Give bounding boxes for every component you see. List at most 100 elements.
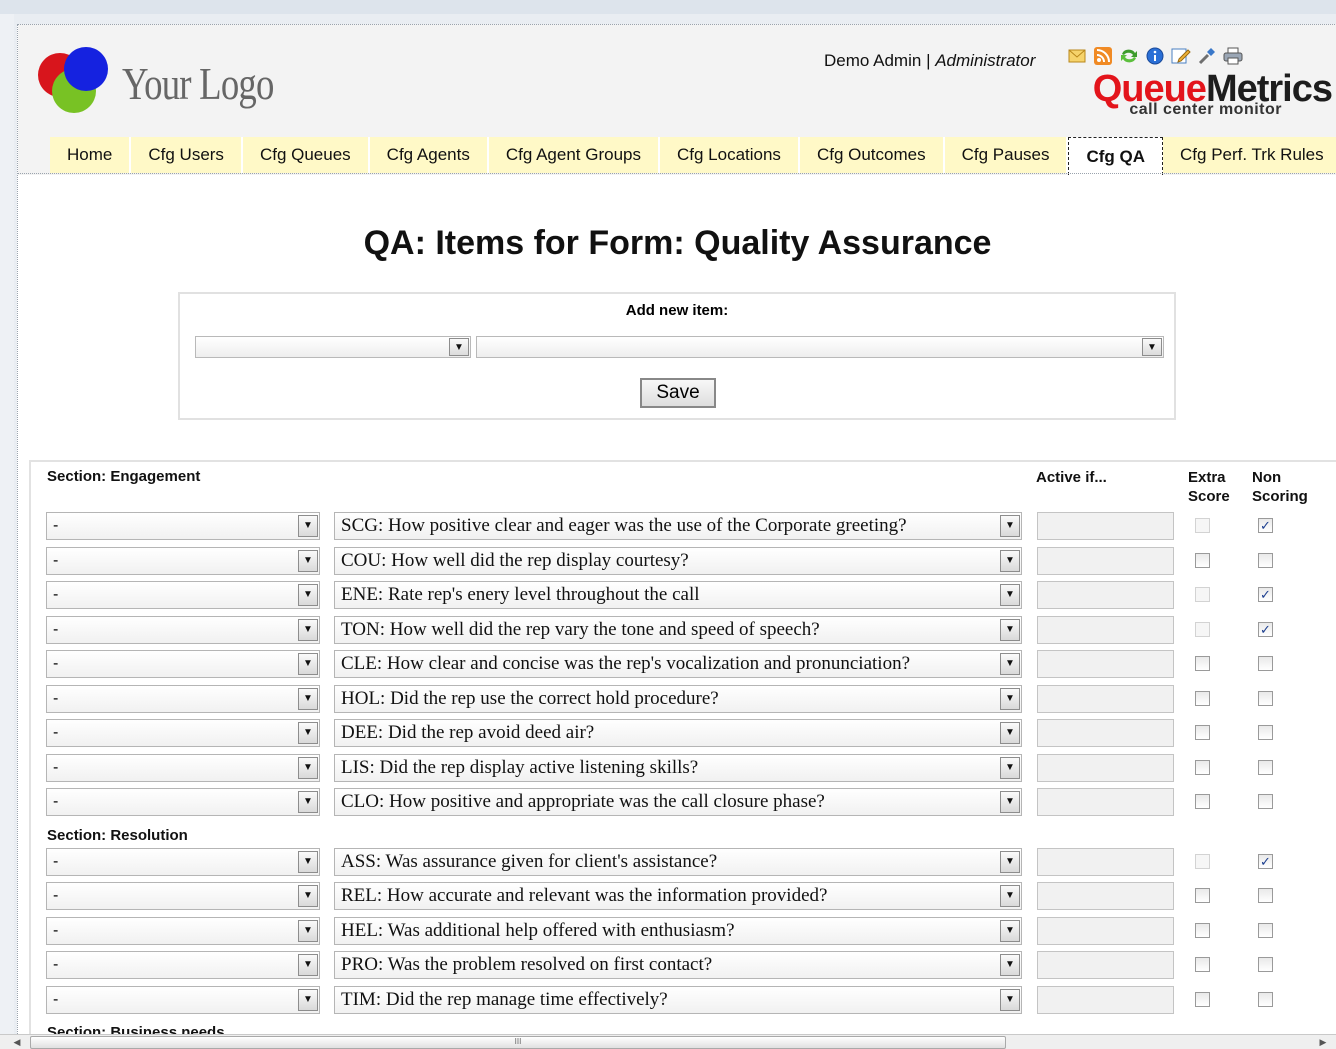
item-question-select[interactable]: CLE: How clear and concise was the rep's…: [334, 650, 1022, 678]
tab-cfg-qa[interactable]: Cfg QA: [1068, 137, 1164, 175]
item-active-if-field[interactable]: [1037, 848, 1174, 876]
item-question-select[interactable]: TON: How well did the rep vary the tone …: [334, 616, 1022, 644]
refresh-icon[interactable]: [1118, 45, 1140, 67]
non-scoring-checkbox[interactable]: [1258, 957, 1273, 972]
item-active-if-field[interactable]: [1037, 719, 1174, 747]
extra-score-checkbox[interactable]: [1195, 691, 1210, 706]
item-active-if-field[interactable]: [1037, 882, 1174, 910]
extra-score-checkbox[interactable]: [1195, 725, 1210, 740]
item-active-if-field[interactable]: [1037, 512, 1174, 540]
item-category-select[interactable]: - ▼: [46, 616, 320, 644]
scroll-left-icon[interactable]: ◀: [10, 1035, 24, 1049]
extra-score-checkbox[interactable]: [1195, 553, 1210, 568]
item-question-select[interactable]: SCG: How positive clear and eager was th…: [334, 512, 1022, 540]
tab-cfg-outcomes[interactable]: Cfg Outcomes: [799, 137, 945, 173]
mail-icon[interactable]: [1066, 45, 1088, 67]
item-question-select[interactable]: LIS: Did the rep display active listenin…: [334, 754, 1022, 782]
item-active-if-field[interactable]: [1037, 788, 1174, 816]
user-name: Demo Admin: [824, 51, 922, 70]
item-active-if-field[interactable]: [1037, 951, 1174, 979]
item-question-select[interactable]: ASS: Was assurance given for client's as…: [334, 848, 1022, 876]
item-active-if-field[interactable]: [1037, 754, 1174, 782]
tab-cfg-agent-groups[interactable]: Cfg Agent Groups: [488, 137, 660, 173]
tab-cfg-pauses[interactable]: Cfg Pauses: [944, 137, 1069, 173]
item-active-if-field[interactable]: [1037, 917, 1174, 945]
section-title: Section: Resolution: [47, 826, 188, 844]
item-question-select[interactable]: TIM: Did the rep manage time effectively…: [334, 986, 1022, 1014]
section-title: Section: Business needs: [47, 1024, 225, 1034]
item-category-select[interactable]: - ▼: [46, 650, 320, 678]
non-scoring-checkbox[interactable]: [1258, 656, 1273, 671]
item-category-select[interactable]: - ▼: [46, 685, 320, 713]
non-scoring-checkbox[interactable]: [1258, 923, 1273, 938]
extra-score-checkbox[interactable]: [1195, 760, 1210, 775]
item-question-select[interactable]: REL: How accurate and relevant was the i…: [334, 882, 1022, 910]
item-category-select[interactable]: - ▼: [46, 882, 320, 910]
tab-cfg-queues[interactable]: Cfg Queues: [242, 137, 370, 173]
item-question-select[interactable]: HEL: Was additional help offered with en…: [334, 917, 1022, 945]
extra-score-checkbox[interactable]: [1195, 957, 1210, 972]
extra-score-checkbox[interactable]: [1195, 656, 1210, 671]
non-scoring-checkbox[interactable]: ✓: [1258, 622, 1273, 637]
non-scoring-checkbox[interactable]: [1258, 760, 1273, 775]
qa-item-row: - ▼ COU: How well did the rep display cour…: [31, 547, 1331, 577]
print-icon[interactable]: [1222, 45, 1244, 67]
add-item-question-select[interactable]: ▼: [476, 336, 1164, 358]
item-question-text: HOL: Did the rep use the correct hold pr…: [341, 688, 719, 709]
item-category-select[interactable]: - ▼: [46, 547, 320, 575]
tab-cfg-perf-trk-rules[interactable]: Cfg Perf. Trk Rules: [1163, 137, 1336, 173]
info-icon[interactable]: [1144, 45, 1166, 67]
item-question-select[interactable]: COU: How well did the rep display courte…: [334, 547, 1022, 575]
non-scoring-checkbox[interactable]: [1258, 888, 1273, 903]
add-item-category-select[interactable]: ▼: [195, 336, 471, 358]
non-scoring-checkbox[interactable]: [1258, 553, 1273, 568]
save-button[interactable]: Save: [640, 378, 716, 408]
non-scoring-checkbox[interactable]: [1258, 794, 1273, 809]
scrollbar-thumb[interactable]: III: [30, 1036, 1006, 1049]
tab-cfg-agents[interactable]: Cfg Agents: [369, 137, 489, 173]
extra-score-checkbox[interactable]: [1195, 923, 1210, 938]
item-question-select[interactable]: CLO: How positive and appropriate was th…: [334, 788, 1022, 816]
non-scoring-checkbox[interactable]: ✓: [1258, 854, 1273, 869]
item-active-if-field[interactable]: [1037, 650, 1174, 678]
item-active-if-field[interactable]: [1037, 685, 1174, 713]
item-category-select[interactable]: - ▼: [46, 788, 320, 816]
extra-score-checkbox[interactable]: [1195, 992, 1210, 1007]
item-active-if-field[interactable]: [1037, 547, 1174, 575]
item-category-select[interactable]: - ▼: [46, 754, 320, 782]
add-item-label: Add new item:: [625, 302, 729, 319]
item-category-select[interactable]: - ▼: [46, 581, 320, 609]
non-scoring-checkbox[interactable]: [1258, 992, 1273, 1007]
item-category-select[interactable]: - ▼: [46, 719, 320, 747]
chevron-down-icon: ▼: [298, 515, 318, 537]
item-category-select[interactable]: - ▼: [46, 986, 320, 1014]
extra-score-checkbox[interactable]: [1195, 794, 1210, 809]
edit-note-icon[interactable]: [1170, 45, 1192, 67]
item-question-select[interactable]: DEE: Did the rep avoid deed air? ▼: [334, 719, 1022, 747]
tab-cfg-users[interactable]: Cfg Users: [131, 137, 243, 173]
item-question-text: COU: How well did the rep display courte…: [341, 550, 689, 571]
rss-icon[interactable]: [1092, 45, 1114, 67]
chevron-down-icon: ▼: [1000, 989, 1020, 1011]
item-active-if-field[interactable]: [1037, 986, 1174, 1014]
tab-home[interactable]: Home: [50, 137, 132, 173]
item-category-select[interactable]: - ▼: [46, 848, 320, 876]
item-active-if-field[interactable]: [1037, 581, 1174, 609]
horizontal-scrollbar[interactable]: ◀ III ▶: [0, 1034, 1336, 1049]
item-category-select[interactable]: - ▼: [46, 917, 320, 945]
non-scoring-checkbox[interactable]: [1258, 725, 1273, 740]
item-active-if-field[interactable]: [1037, 616, 1174, 644]
item-category-select[interactable]: - ▼: [46, 512, 320, 540]
non-scoring-checkbox[interactable]: ✓: [1258, 587, 1273, 602]
non-scoring-checkbox[interactable]: [1258, 691, 1273, 706]
extra-score-checkbox[interactable]: [1195, 888, 1210, 903]
chevron-down-icon: ▼: [298, 989, 318, 1011]
item-question-select[interactable]: PRO: Was the problem resolved on first c…: [334, 951, 1022, 979]
item-question-select[interactable]: HOL: Did the rep use the correct hold pr…: [334, 685, 1022, 713]
item-category-select[interactable]: - ▼: [46, 951, 320, 979]
tools-icon[interactable]: [1196, 45, 1218, 67]
non-scoring-checkbox[interactable]: ✓: [1258, 518, 1273, 533]
scroll-right-icon[interactable]: ▶: [1316, 1035, 1330, 1049]
item-question-select[interactable]: ENE: Rate rep's enery level throughout t…: [334, 581, 1022, 609]
tab-cfg-locations[interactable]: Cfg Locations: [659, 137, 800, 173]
